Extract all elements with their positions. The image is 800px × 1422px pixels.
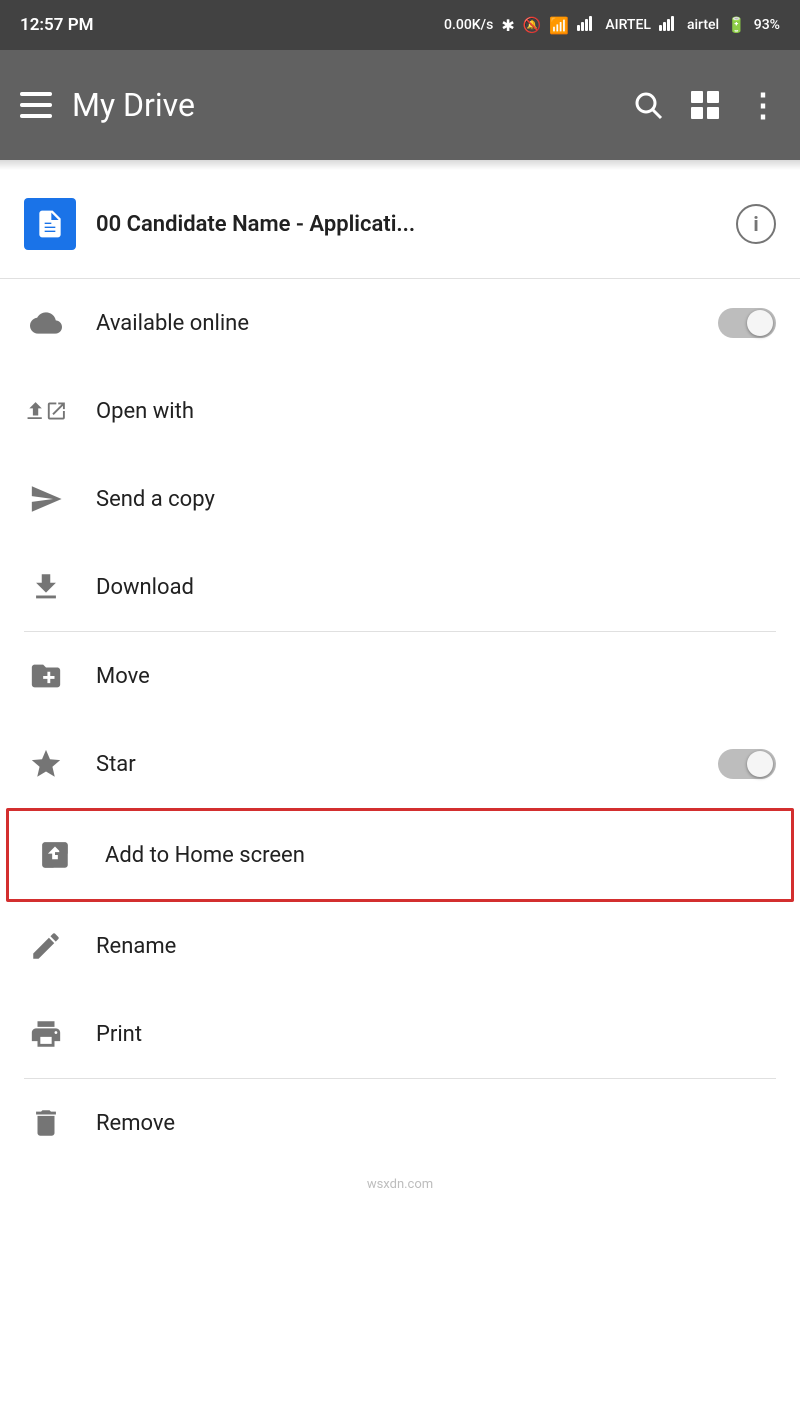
- print-item[interactable]: Print: [0, 990, 800, 1078]
- network-speed: 0.00K/s: [444, 17, 493, 33]
- watermark: wsxdn.com: [0, 1167, 800, 1202]
- send-copy-item[interactable]: Send a copy: [0, 455, 800, 543]
- move-label: Move: [96, 664, 776, 689]
- star-toggle[interactable]: [718, 749, 776, 779]
- status-bar: 12:57 PM 0.00K/s ✱ 🔕 📶 AIRTEL airtel 🔋 9…: [0, 0, 800, 50]
- mute-icon: 🔕: [523, 16, 542, 34]
- add-home-icon: [33, 833, 77, 877]
- remove-item[interactable]: Remove: [0, 1079, 800, 1167]
- file-name: 00 Candidate Name - Applicati...: [96, 212, 716, 237]
- file-type-icon: [24, 198, 76, 250]
- signal-icon: [577, 15, 597, 35]
- status-right: 0.00K/s ✱ 🔕 📶 AIRTEL airtel 🔋 93%: [444, 15, 780, 35]
- grid-view-button[interactable]: [691, 91, 719, 119]
- print-label: Print: [96, 1022, 776, 1047]
- more-options-button[interactable]: ⋮: [747, 86, 780, 124]
- star-icon: [24, 742, 68, 786]
- app-bar-shadow: [0, 160, 800, 170]
- open-with-item[interactable]: Open with: [0, 367, 800, 455]
- carrier2-signal-icon: [659, 15, 679, 35]
- available-online-label: Available online: [96, 311, 690, 336]
- toggle-knob-star: [747, 751, 773, 777]
- open-with-icon: [24, 389, 68, 433]
- available-online-item[interactable]: Available online: [0, 279, 800, 367]
- star-label: Star: [96, 752, 690, 777]
- available-online-toggle[interactable]: [718, 308, 776, 338]
- rename-item[interactable]: Rename: [0, 902, 800, 990]
- context-menu: Available online: [0, 279, 800, 1167]
- toggle-knob: [747, 310, 773, 336]
- file-info-button[interactable]: i: [736, 204, 776, 244]
- search-button[interactable]: [633, 90, 663, 120]
- rename-icon: [24, 924, 68, 968]
- send-copy-label: Send a copy: [96, 487, 776, 512]
- download-icon: [24, 565, 68, 609]
- rename-label: Rename: [96, 934, 776, 959]
- wifi-icon: 📶: [549, 16, 569, 35]
- send-copy-icon: [24, 477, 68, 521]
- battery-icon: 🔋: [727, 16, 746, 34]
- move-icon: [24, 654, 68, 698]
- app-bar: My Drive ⋮: [0, 50, 800, 160]
- add-home-label: Add to Home screen: [105, 843, 767, 868]
- available-online-icon: [24, 301, 68, 345]
- battery-level: 93%: [754, 17, 780, 33]
- file-header: 00 Candidate Name - Applicati... i: [0, 170, 800, 279]
- remove-icon: [24, 1101, 68, 1145]
- status-time: 12:57 PM: [20, 15, 94, 35]
- menu-button[interactable]: [20, 92, 52, 118]
- remove-label: Remove: [96, 1111, 776, 1136]
- add-home-screen-item[interactable]: Add to Home screen: [6, 808, 794, 902]
- move-item[interactable]: Move: [0, 632, 800, 720]
- app-bar-title: My Drive: [72, 86, 613, 124]
- print-icon: [24, 1012, 68, 1056]
- download-label: Download: [96, 575, 776, 600]
- carrier2-name: airtel: [687, 17, 719, 33]
- carrier-name: AIRTEL: [605, 17, 651, 33]
- download-item[interactable]: Download: [0, 543, 800, 631]
- app-bar-actions: ⋮: [633, 86, 780, 124]
- open-with-label: Open with: [96, 399, 776, 424]
- star-item[interactable]: Star: [0, 720, 800, 808]
- bluetooth-icon: ✱: [501, 16, 514, 35]
